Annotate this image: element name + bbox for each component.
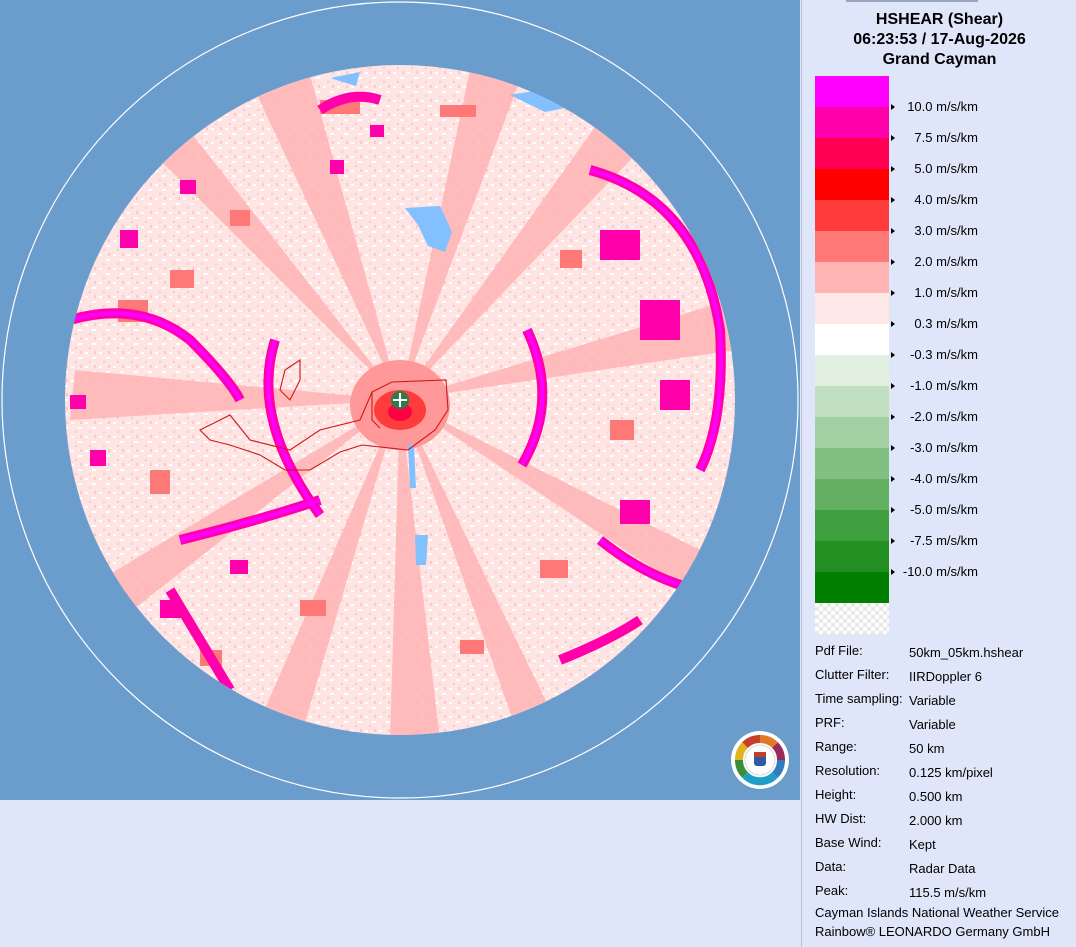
product-title: HSHEAR (Shear) bbox=[875, 11, 1004, 28]
legend-label: -10.0 m/s/km bbox=[902, 564, 978, 579]
metadata-key: Clutter Filter: bbox=[815, 667, 890, 682]
legend-label: -4.0 m/s/km bbox=[910, 471, 978, 486]
metadata-key: Data: bbox=[815, 859, 847, 874]
metadata-row: Time sampling: Variable bbox=[815, 691, 1075, 711]
legend-swatch bbox=[815, 417, 889, 448]
legend-tick-icon bbox=[891, 569, 895, 575]
legend-swatch bbox=[815, 138, 889, 169]
metadata-row: Data: Radar Data bbox=[815, 859, 1075, 879]
metadata-key: Range: bbox=[815, 739, 857, 754]
cayman-nws-logo-icon bbox=[730, 730, 790, 790]
metadata-value: Variable bbox=[909, 693, 956, 708]
info-panel: HSHEAR (Shear) 06:23:53 / 17-Aug-2026 Gr… bbox=[801, 0, 1076, 947]
legend-swatch bbox=[815, 293, 889, 324]
metadata-row: Peak: 115.5 m/s/km bbox=[815, 883, 1075, 903]
legend-swatch bbox=[815, 107, 889, 138]
legend-label: -0.3 m/s/km bbox=[910, 347, 978, 362]
radar-map[interactable] bbox=[0, 0, 800, 800]
metadata-row: Height: 0.500 km bbox=[815, 787, 1075, 807]
product-site: Grand Cayman bbox=[882, 51, 997, 68]
metadata-value: 2.000 km bbox=[909, 813, 963, 828]
legend-tick-icon bbox=[891, 352, 895, 358]
metadata-row: Resolution: 0.125 km/pixel bbox=[815, 763, 1075, 783]
metadata-value: Kept bbox=[909, 837, 936, 852]
legend-swatch bbox=[815, 479, 889, 510]
color-legend bbox=[815, 76, 889, 634]
legend-tick-icon bbox=[891, 507, 895, 513]
legend-swatch bbox=[815, 448, 889, 479]
legend-tick-icon bbox=[891, 259, 895, 265]
legend-tick-icon bbox=[891, 228, 895, 234]
legend-label: 10.0 m/s/km bbox=[907, 99, 978, 114]
legend-label: -1.0 m/s/km bbox=[910, 378, 978, 393]
legend-swatch bbox=[815, 355, 889, 386]
metadata-row: Pdf File: 50km_05km.hshear bbox=[815, 643, 1075, 663]
legend-swatch bbox=[815, 262, 889, 293]
legend-label: -5.0 m/s/km bbox=[910, 502, 978, 517]
metadata-value: 0.125 km/pixel bbox=[909, 765, 993, 780]
legend-swatch bbox=[815, 324, 889, 355]
legend-label: 3.0 m/s/km bbox=[914, 223, 978, 238]
footer-software: Rainbow® LEONARDO Germany GmbH bbox=[815, 924, 1050, 939]
metadata-value: 0.500 km bbox=[909, 789, 963, 804]
legend-label: 5.0 m/s/km bbox=[914, 161, 978, 176]
legend-tick-icon bbox=[891, 445, 895, 451]
legend-tick-icon bbox=[891, 104, 895, 110]
legend-swatch bbox=[815, 200, 889, 231]
metadata-key: HW Dist: bbox=[815, 811, 867, 826]
metadata-key: Resolution: bbox=[815, 763, 881, 778]
legend-label: 0.3 m/s/km bbox=[914, 316, 978, 331]
metadata-value: 50 km bbox=[909, 741, 945, 756]
legend-label: 4.0 m/s/km bbox=[914, 192, 978, 207]
legend-tick-icon bbox=[891, 538, 895, 544]
legend-label: 2.0 m/s/km bbox=[914, 254, 978, 269]
metadata-row: Range: 50 km bbox=[815, 739, 1075, 759]
legend-swatch bbox=[815, 541, 889, 572]
legend-tick-icon bbox=[891, 135, 895, 141]
metadata-value: Variable bbox=[909, 717, 956, 732]
panel-top-bar bbox=[846, 0, 978, 2]
metadata-row: Base Wind: Kept bbox=[815, 835, 1075, 855]
metadata-row: PRF: Variable bbox=[815, 715, 1075, 735]
legend-tick-icon bbox=[891, 290, 895, 296]
footer-organization: Cayman Islands National Weather Service bbox=[815, 905, 1059, 920]
metadata-value: 50km_05km.hshear bbox=[909, 645, 1024, 660]
legend-swatch bbox=[815, 169, 889, 200]
legend-tick-icon bbox=[891, 197, 895, 203]
legend-tick-icon bbox=[891, 321, 895, 327]
legend-label: -3.0 m/s/km bbox=[910, 440, 978, 455]
legend-label: 1.0 m/s/km bbox=[914, 285, 978, 300]
metadata-key: Base Wind: bbox=[815, 835, 882, 850]
metadata-key: Pdf File: bbox=[815, 643, 863, 658]
radar-map-canvas bbox=[1, 1, 799, 799]
legend-tick-icon bbox=[891, 476, 895, 482]
legend-swatch bbox=[815, 76, 889, 107]
plus-marker-icon bbox=[391, 391, 409, 409]
metadata-key: Height: bbox=[815, 787, 857, 802]
legend-label: -2.0 m/s/km bbox=[910, 409, 978, 424]
metadata-key: PRF: bbox=[815, 715, 845, 730]
legend-swatch bbox=[815, 386, 889, 417]
legend-label: 7.5 m/s/km bbox=[914, 130, 978, 145]
legend-swatch bbox=[815, 231, 889, 262]
legend-tick-icon bbox=[891, 383, 895, 389]
map-footer-area bbox=[0, 800, 800, 947]
metadata-value: 115.5 m/s/km bbox=[909, 885, 987, 900]
product-datetime: 06:23:53 / 17-Aug-2026 bbox=[853, 31, 1026, 48]
metadata-key: Time sampling: bbox=[815, 691, 903, 706]
metadata-value: Radar Data bbox=[909, 861, 976, 876]
legend-swatch bbox=[815, 572, 889, 603]
metadata-row: Clutter Filter: IIRDoppler 6 bbox=[815, 667, 1075, 687]
legend-tick-icon bbox=[891, 414, 895, 420]
metadata-key: Peak: bbox=[815, 883, 849, 898]
legend-label: -7.5 m/s/km bbox=[910, 533, 978, 548]
legend-tick-icon bbox=[891, 166, 895, 172]
metadata-value: IIRDoppler 6 bbox=[909, 669, 982, 684]
legend-swatch bbox=[815, 510, 889, 541]
metadata-row: HW Dist: 2.000 km bbox=[815, 811, 1075, 831]
legend-nodata-swatch bbox=[815, 603, 889, 634]
